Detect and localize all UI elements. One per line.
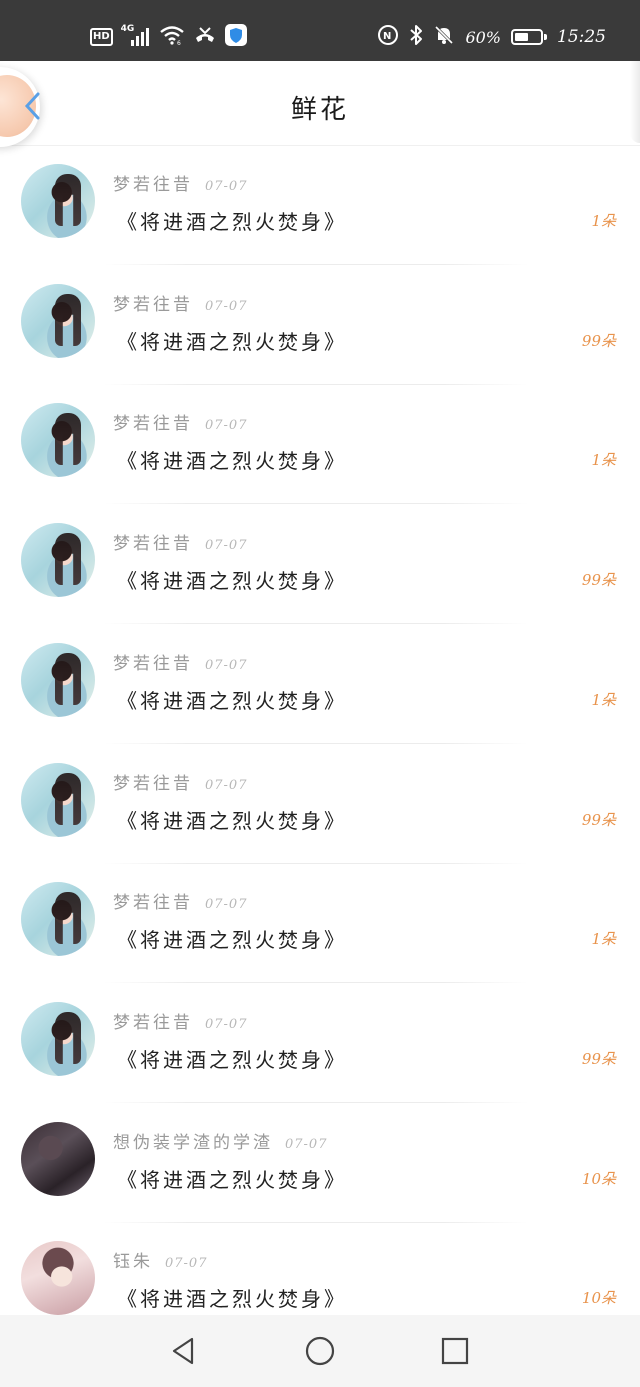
status-right-group: N 60% 15:25 [377,24,606,50]
nav-recent-icon[interactable] [437,1333,473,1369]
date: 07-07 [205,1017,248,1032]
flower-count: 1朵 [591,451,616,469]
avatar[interactable] [21,882,95,956]
list-item[interactable]: 梦若往昔 07-07 《将进酒之烈火焚身》 99朵 [0,266,640,385]
username-text: 钰朱 [113,1252,153,1272]
username: 梦若往昔 07-07 [113,769,247,794]
hd-icon: HD [90,28,113,46]
avatar[interactable] [21,643,95,717]
username-text: 梦若往昔 [113,893,193,913]
book-title: 《将进酒之烈火焚身》 [117,809,347,833]
username: 想伪装学渣的学渣 07-07 [113,1128,327,1153]
username-text: 梦若往昔 [113,414,193,434]
book-title: 《将进酒之烈火焚身》 [117,569,347,593]
battery-level [515,33,528,41]
list-item[interactable]: 梦若往昔 07-07 《将进酒之烈火焚身》 1朵 [0,864,640,983]
date: 07-07 [285,1137,328,1152]
book-title: 《将进酒之烈火焚身》 [117,330,347,354]
flower-count: 99朵 [581,1050,616,1068]
username-text: 梦若往昔 [113,534,193,554]
avatar[interactable] [21,403,95,477]
book-title: 《将进酒之烈火焚身》 [117,1168,347,1192]
book-title: 《将进酒之烈火焚身》 [117,1287,347,1311]
date: 07-07 [205,299,248,314]
flower-count: 10朵 [581,1289,616,1307]
list-item[interactable]: 想伪装学渣的学渣 07-07 《将进酒之烈火焚身》 10朵 [0,1104,640,1223]
date: 07-07 [205,179,248,194]
book-title: 《将进酒之烈火焚身》 [117,210,347,234]
date: 07-07 [205,658,248,673]
nfc-icon: N [377,24,399,50]
bluetooth-icon [409,24,423,50]
divider [104,503,528,504]
svg-text:N: N [383,31,391,42]
username-text: 想伪装学渣的学渣 [113,1133,273,1153]
security-shield-icon [224,24,247,50]
avatar[interactable] [21,523,95,597]
username: 梦若往昔 07-07 [113,649,247,674]
username-text: 梦若往昔 [113,774,193,794]
header-edge [630,61,640,143]
battery-icon [511,29,547,45]
date: 07-07 [205,778,248,793]
nav-back-icon[interactable] [166,1333,202,1369]
svg-text:6: 6 [177,40,181,46]
username: 钰朱 07-07 [113,1247,207,1272]
divider [104,982,528,983]
book-title: 《将进酒之烈火焚身》 [117,928,347,952]
header: 鲜花 [0,61,640,147]
date: 07-07 [205,418,248,433]
avatar[interactable] [21,164,95,238]
username-text: 梦若往昔 [113,1013,193,1033]
avatar[interactable] [21,284,95,358]
avatar[interactable] [21,1122,95,1196]
list-item[interactable]: 梦若往昔 07-07 《将进酒之烈火焚身》 99朵 [0,984,640,1103]
nav-home-icon[interactable] [302,1333,338,1369]
list-item[interactable]: 梦若往昔 07-07 《将进酒之烈火焚身》 99朵 [0,505,640,624]
wifi-icon: 6 [159,24,185,50]
username: 梦若往昔 07-07 [113,1008,247,1033]
flower-count: 1朵 [591,212,616,230]
username: 梦若往昔 07-07 [113,290,247,315]
book-title: 《将进酒之烈火焚身》 [117,689,347,713]
avatar[interactable] [21,1002,95,1076]
date: 07-07 [205,897,248,912]
list-item[interactable]: 梦若往昔 07-07 《将进酒之烈火焚身》 1朵 [0,625,640,744]
avatar[interactable] [21,1241,95,1315]
username: 梦若往昔 07-07 [113,888,247,913]
list-item[interactable]: 梦若往昔 07-07 《将进酒之烈火焚身》 1朵 [0,146,640,265]
cellular-signal-icon: 4G [121,24,151,48]
battery-percent: 60% [465,27,501,47]
flower-count: 1朵 [591,930,616,948]
clock: 15:25 [557,27,606,47]
date: 07-07 [165,1256,208,1271]
avatar[interactable] [21,763,95,837]
flower-count: 99朵 [581,571,616,589]
flower-count: 99朵 [581,811,616,829]
flower-count: 1朵 [591,691,616,709]
username: 梦若往昔 07-07 [113,529,247,554]
username-text: 梦若往昔 [113,175,193,195]
flower-count: 10朵 [581,1170,616,1188]
divider [104,1102,528,1103]
status-left-group: HD 4G 6 [90,24,247,50]
date: 07-07 [205,538,248,553]
book-title: 《将进酒之烈火焚身》 [117,449,347,473]
list-item[interactable]: 梦若往昔 07-07 《将进酒之烈火焚身》 1朵 [0,385,640,504]
username: 梦若往昔 07-07 [113,409,247,434]
list-item[interactable]: 梦若往昔 07-07 《将进酒之烈火焚身》 99朵 [0,745,640,864]
page-title: 鲜花 [290,95,349,125]
username-text: 梦若往昔 [113,654,193,674]
status-bar: HD 4G 6 N 60% 15:25 [0,0,640,61]
username-text: 梦若往昔 [113,295,193,315]
flower-count: 99朵 [581,332,616,350]
username: 梦若往昔 07-07 [113,170,247,195]
divider [104,743,528,744]
navigation-bar [0,1315,640,1387]
divider [104,264,528,265]
book-title: 《将进酒之烈火焚身》 [117,1048,347,1072]
missed-call-icon [193,24,217,50]
mute-bell-icon [433,24,455,50]
divider [104,623,528,624]
